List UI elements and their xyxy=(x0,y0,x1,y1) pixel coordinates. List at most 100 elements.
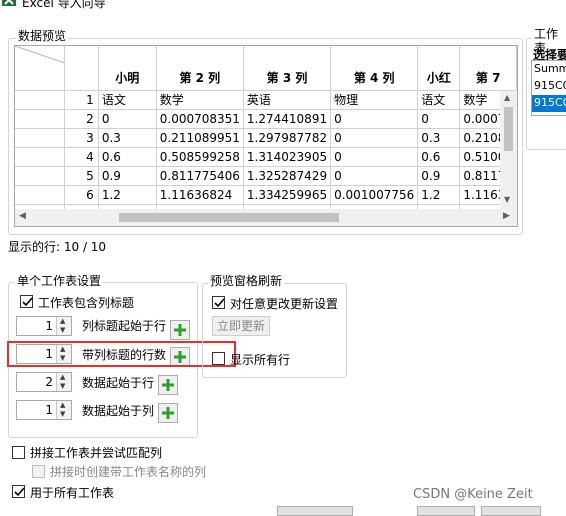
spin-up-icon[interactable]: ▲ xyxy=(60,373,65,381)
bottom-button[interactable] xyxy=(417,506,475,516)
table-cell[interactable]: 0 xyxy=(330,109,419,129)
table-cell[interactable]: 1.11636824 xyxy=(156,185,244,205)
column-header[interactable]: 第 7 xyxy=(459,46,517,91)
checkmark-icon xyxy=(14,487,25,497)
spin-up-icon[interactable]: ▲ xyxy=(60,317,65,325)
table-cell[interactable]: 0.6 xyxy=(417,147,461,167)
table-cell[interactable]: 0.6 xyxy=(98,147,157,167)
table-cell[interactable]: 0 xyxy=(330,166,419,186)
row-number[interactable]: 4 xyxy=(64,147,99,167)
table-cell[interactable]: 英语 xyxy=(243,90,332,110)
table-cell[interactable]: 0 xyxy=(98,109,157,129)
spinner-value: 1 xyxy=(45,319,53,333)
sheet-list-item[interactable]: 915C0 xyxy=(532,78,566,95)
refresh-now-button[interactable]: 立即更新 xyxy=(212,316,270,336)
table-cell[interactable]: 1.325287429 xyxy=(243,166,332,186)
scroll-up-arrow-icon[interactable]: ▲ xyxy=(504,93,510,102)
column-header[interactable]: 第 3 列 xyxy=(243,46,332,91)
table-cell[interactable]: 0.9 xyxy=(98,166,157,186)
table-row: 6 1.2 1.11636824 1.334259965 0.001007756 1.2 1… xyxy=(15,185,517,205)
column-header[interactable] xyxy=(64,46,99,91)
table-cell[interactable]: 1.297987782 xyxy=(243,128,332,148)
header-start-spinner[interactable]: 1 ▲ ▼ xyxy=(16,316,72,336)
row-number[interactable]: 6 xyxy=(64,185,99,205)
title-bar: Excel 导入向导 xyxy=(0,0,566,12)
table-cell[interactable]: 0.9 xyxy=(417,166,461,186)
single-sheet-title: 单个工作表设置 xyxy=(15,274,104,288)
apply-all-sheets-label: 用于所有工作表 xyxy=(30,486,115,500)
table-cell[interactable]: 0.000708351 xyxy=(156,109,244,129)
row-spacer xyxy=(15,109,66,129)
table-cell[interactable]: 0.3 xyxy=(417,128,461,148)
add-header-start-button[interactable] xyxy=(170,320,190,340)
spinner-value: 1 xyxy=(45,403,53,417)
table-cell[interactable]: 0.3 xyxy=(98,128,157,148)
concat-sheets-checkbox[interactable] xyxy=(12,446,25,459)
update-on-change-checkbox[interactable] xyxy=(212,296,225,309)
spinner-value: 2 xyxy=(45,375,53,389)
table-cell[interactable]: 1.314023905 xyxy=(243,147,332,167)
table-cell[interactable]: 0 xyxy=(330,128,419,148)
grid-corner[interactable] xyxy=(15,46,66,91)
data-preview-title: 数据预览 xyxy=(16,29,69,43)
row-number[interactable]: 1 xyxy=(64,90,99,110)
table-cell[interactable]: 1.2 xyxy=(98,185,157,205)
window-title: Excel 导入向导 xyxy=(22,0,106,10)
row-number[interactable]: 2 xyxy=(64,109,99,129)
excel-app-icon xyxy=(2,0,16,6)
column-header[interactable]: 小红 xyxy=(417,46,461,91)
table-cell[interactable]: 语文 xyxy=(417,90,461,110)
row-number[interactable]: 3 xyxy=(64,128,99,148)
table-row: 4 0.6 0.508599258 1.314023905 0 0.6 0.51009 xyxy=(15,147,517,167)
table-cell[interactable]: 0.811775406 xyxy=(156,166,244,186)
scroll-down-arrow-icon[interactable]: ▼ xyxy=(504,195,510,204)
spin-down-icon[interactable]: ▼ xyxy=(60,410,65,418)
table-cell[interactable]: 1.2 xyxy=(417,185,461,205)
bottom-button[interactable] xyxy=(277,506,353,516)
table-cell[interactable]: 0.001007756 xyxy=(330,185,419,205)
scroll-left-arrow-icon[interactable]: ◀ xyxy=(19,211,26,221)
checkmark-icon xyxy=(22,297,33,307)
preview-grid[interactable]: 小明 第 2 列 第 3 列 第 4 列 小红 第 7 1 语文 数学 英语 物理 语文数… xyxy=(14,45,518,227)
data-start-row-label: 数据起始于行 xyxy=(82,376,155,390)
table-cell[interactable]: 数学 xyxy=(156,90,244,110)
table-cell[interactable]: 物理 xyxy=(330,90,419,110)
table-cell[interactable]: 0.508599258 xyxy=(156,147,244,167)
table-cell[interactable]: 1.274410891 xyxy=(243,109,332,129)
spin-down-icon[interactable]: ▼ xyxy=(60,382,65,390)
vertical-scrollbar[interactable]: ▲ ▼ xyxy=(500,91,517,209)
table-row: 3 0.3 0.211089951 1.297987782 0 0.3 0.21089 xyxy=(15,128,517,148)
data-start-col-spinner[interactable]: 1 ▲ ▼ xyxy=(16,400,72,420)
data-start-row-spinner[interactable]: 2 ▲ ▼ xyxy=(16,372,72,392)
spin-up-icon[interactable]: ▲ xyxy=(60,401,65,409)
horizontal-scrollbar[interactable]: ◀ ▶ xyxy=(15,209,517,226)
row-spacer xyxy=(15,128,66,148)
preview-table: 小明 第 2 列 第 3 列 第 4 列 小红 第 7 1 语文 数学 英语 物理 语文数… xyxy=(15,46,517,224)
data-start-col-label: 数据起始于列 xyxy=(82,404,155,418)
apply-all-sheets-checkbox[interactable] xyxy=(12,485,25,498)
horizontal-scroll-thumb[interactable] xyxy=(119,213,339,222)
create-sheet-col-label: 拼接时创建带工作表名称的列 xyxy=(50,465,207,479)
sheet-list-item-selected[interactable]: 915C0 xyxy=(532,95,566,112)
sheet-list[interactable]: Summ 915C0 915C0 xyxy=(531,60,566,116)
add-data-start-row-button[interactable] xyxy=(158,375,178,395)
table-cell[interactable]: 语文 xyxy=(98,90,157,110)
spin-down-icon[interactable]: ▼ xyxy=(60,326,65,334)
table-cell[interactable]: 0 xyxy=(330,147,419,167)
column-header[interactable]: 第 2 列 xyxy=(156,46,244,91)
create-sheet-col-checkbox[interactable] xyxy=(32,465,45,478)
scroll-right-arrow-icon[interactable]: ▶ xyxy=(503,211,510,221)
column-header[interactable]: 小明 xyxy=(98,46,157,91)
row-number[interactable]: 5 xyxy=(64,166,99,186)
column-header[interactable]: 第 4 列 xyxy=(330,46,419,91)
has-header-label: 工作表包含列标题 xyxy=(38,296,135,310)
sheet-list-item[interactable]: Summ xyxy=(532,61,566,78)
vertical-scroll-thumb[interactable] xyxy=(504,107,513,151)
table-cell[interactable]: 0.211089951 xyxy=(156,128,244,148)
add-data-start-col-button[interactable] xyxy=(158,403,178,423)
bottom-button[interactable] xyxy=(481,506,541,516)
has-header-checkbox[interactable] xyxy=(20,295,33,308)
table-cell[interactable]: 0 xyxy=(417,109,461,129)
table-cell[interactable]: 1.334259965 xyxy=(243,185,332,205)
show-all-rows-checkbox[interactable] xyxy=(212,352,225,365)
